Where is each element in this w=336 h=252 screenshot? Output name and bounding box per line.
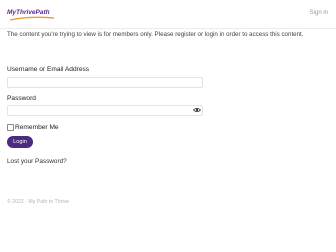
login-page: MyThrivePath Sign in The content you're …	[0, 0, 336, 252]
eye-icon[interactable]	[193, 107, 201, 113]
sign-in-link[interactable]: Sign in	[310, 10, 328, 16]
logo-swoosh-icon	[9, 16, 55, 21]
logo-text: MyThrivePath	[7, 9, 50, 16]
site-logo[interactable]: MyThrivePath	[7, 8, 55, 21]
members-only-notice: The content you're trying to view is for…	[7, 31, 304, 38]
password-label: Password	[7, 95, 36, 102]
remember-me-checkbox[interactable]	[7, 124, 14, 131]
footer-copyright: © 2022 - My Path to Thrive	[7, 199, 69, 205]
lost-password-link[interactable]: Lost your Password?	[7, 158, 67, 165]
site-header: MyThrivePath Sign in	[0, 0, 336, 29]
login-button[interactable]: Login	[7, 136, 33, 148]
password-input[interactable]	[7, 105, 203, 116]
username-input[interactable]	[7, 77, 203, 88]
username-label: Username or Email Address	[7, 66, 90, 73]
remember-me-label: Remember Me	[15, 124, 59, 131]
remember-me[interactable]: Remember Me	[7, 124, 59, 131]
